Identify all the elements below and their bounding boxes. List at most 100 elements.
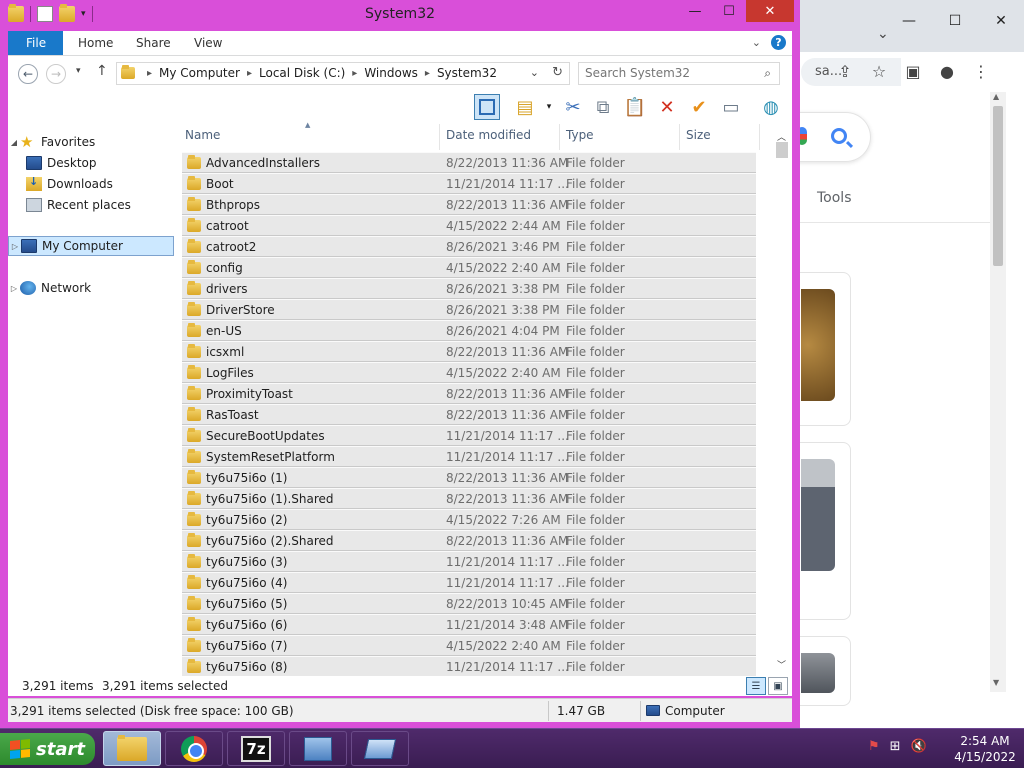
organize-chevron-icon[interactable]: ▾ xyxy=(536,94,562,120)
table-row[interactable]: SecureBootUpdates 11/21/2014 11:17 ... Fil… xyxy=(182,425,756,446)
table-row[interactable]: ty6u75i6o (2).Shared 8/22/2013 11:36 AM Fi… xyxy=(182,530,756,551)
details-view-icon[interactable]: ☰ xyxy=(746,677,766,695)
breadcrumb-separator-icon[interactable]: ▸ xyxy=(147,68,152,79)
table-row[interactable]: catroot 4/15/2022 2:44 AM File folder xyxy=(182,215,756,236)
nav-desktop[interactable]: Desktop xyxy=(8,153,174,173)
result-thumbnail[interactable] xyxy=(801,459,835,571)
table-row[interactable]: SystemResetPlatform 11/21/2014 11:17 ... F… xyxy=(182,446,756,467)
chrome-scrollbar[interactable]: ▲ ▼ xyxy=(990,92,1006,692)
start-button[interactable]: start xyxy=(0,733,95,765)
search-input[interactable] xyxy=(585,66,755,80)
scroll-thumb[interactable] xyxy=(776,142,788,158)
profile-avatar-icon[interactable]: ● xyxy=(937,62,957,81)
table-row[interactable]: config 4/15/2022 2:40 AM File folder xyxy=(182,257,756,278)
tab-file[interactable]: File xyxy=(8,31,63,55)
table-row[interactable]: ty6u75i6o (2) 4/15/2022 7:26 AM File folde… xyxy=(182,509,756,530)
nav-network[interactable]: ▷ Network xyxy=(8,278,174,298)
chrome-close-button[interactable]: ✕ xyxy=(978,8,1024,34)
table-row[interactable]: ty6u75i6o (6) 11/21/2014 3:48 AM File fold… xyxy=(182,614,756,635)
table-row[interactable]: ty6u75i6o (1) 8/22/2013 11:36 AM File fold… xyxy=(182,467,756,488)
network-status-icon[interactable]: ⊞ xyxy=(890,739,901,754)
large-icons-view-icon[interactable]: ▣ xyxy=(768,677,788,695)
search-box[interactable]: ⌕ xyxy=(578,62,780,85)
bookmark-star-icon[interactable]: ☆ xyxy=(869,62,889,81)
expand-ribbon-chevron-icon[interactable]: ⌄ xyxy=(752,36,761,49)
column-header-size[interactable]: Size xyxy=(686,128,711,142)
nav-downloads[interactable]: Downloads xyxy=(8,174,174,194)
table-row[interactable]: ty6u75i6o (5) 8/22/2013 10:45 AM File fold… xyxy=(182,593,756,614)
delete-icon[interactable]: ✕ xyxy=(654,94,680,120)
preview-pane-button[interactable] xyxy=(474,94,500,120)
menu-kebab-icon[interactable]: ⋮ xyxy=(971,62,991,81)
file-list-scrollbar[interactable]: ︿ ﹀ xyxy=(774,133,790,676)
table-row[interactable]: Bthprops 8/22/2013 11:36 AM File folder xyxy=(182,194,756,215)
result-card[interactable] xyxy=(791,272,851,426)
clock[interactable]: 2:54 AM 4/15/2022 xyxy=(950,733,1020,765)
breadcrumb-system32[interactable]: System32 xyxy=(437,66,497,80)
address-bar[interactable]: ▸ My Computer ▸ Local Disk (C:) ▸ Window… xyxy=(116,62,570,85)
sidepanel-icon[interactable]: ▣ xyxy=(903,62,923,81)
chrome-minimize-button[interactable]: — xyxy=(886,8,932,34)
scroll-up-arrow-icon[interactable]: ▲ xyxy=(993,92,999,101)
table-row[interactable]: icsxml 8/22/2013 11:36 AM File folder xyxy=(182,341,756,362)
taskbar-control-panel-button[interactable] xyxy=(289,731,347,766)
breadcrumb-separator-icon[interactable]: ▸ xyxy=(425,68,430,79)
taskbar-window-button[interactable] xyxy=(351,731,409,766)
share-icon[interactable]: ⇪ xyxy=(835,62,855,81)
result-card[interactable] xyxy=(791,442,851,620)
chrome-maximize-button[interactable]: ☐ xyxy=(932,8,978,34)
back-button[interactable]: ← xyxy=(18,64,38,84)
result-thumbnail[interactable] xyxy=(801,653,835,693)
paste-icon[interactable]: 📋 xyxy=(622,94,648,120)
taskbar-explorer-button[interactable] xyxy=(103,731,161,766)
table-row[interactable]: ty6u75i6o (8) 11/21/2014 11:17 ... File fo… xyxy=(182,656,756,677)
tab-share[interactable]: Share xyxy=(122,31,185,55)
expand-arrow-icon[interactable]: ▷ xyxy=(8,284,20,293)
table-row[interactable]: catroot2 8/26/2021 3:46 PM File folder xyxy=(182,236,756,257)
table-row[interactable]: ty6u75i6o (1).Shared 8/22/2013 11:36 AM Fi… xyxy=(182,488,756,509)
refresh-icon[interactable]: ↻ xyxy=(552,65,563,80)
nav-recent-places[interactable]: Recent places xyxy=(8,195,174,215)
table-row[interactable]: DriverStore 8/26/2021 3:38 PM File folder xyxy=(182,299,756,320)
nav-my-computer[interactable]: ▷ My Computer xyxy=(8,236,174,256)
up-arrow-icon[interactable]: ↑ xyxy=(96,63,108,79)
organize-folder-icon[interactable]: ▤ xyxy=(512,94,538,120)
nav-favorites[interactable]: ◢ ★ Favorites xyxy=(8,132,174,152)
search-icon[interactable] xyxy=(831,128,847,144)
title-bar[interactable]: ▾ System32 — ☐ ✕ xyxy=(0,0,800,30)
address-history-chevron-icon[interactable]: ⌄ xyxy=(530,66,539,79)
search-tools-link[interactable]: Tools xyxy=(817,190,852,206)
table-row[interactable]: ty6u75i6o (4) 11/21/2014 11:17 ... File fo… xyxy=(182,572,756,593)
cut-icon[interactable]: ✂ xyxy=(560,94,586,120)
volume-muted-icon[interactable]: 🔇 xyxy=(911,739,927,754)
copy-icon[interactable]: ⧉ xyxy=(590,94,616,120)
maximize-button[interactable]: ☐ xyxy=(712,0,746,22)
table-row[interactable]: ty6u75i6o (7) 4/15/2022 2:40 AM File folde… xyxy=(182,635,756,656)
chrome-window[interactable]: ⌄ — ☐ ✕ sa... ⇪ ☆ ▣ ● ⋮ Tools ▲ ▼ xyxy=(790,0,1024,728)
column-header-date-modified[interactable]: Date modified xyxy=(446,128,531,142)
collapse-arrow-icon[interactable]: ◢ xyxy=(8,138,20,147)
column-header-type[interactable]: Type xyxy=(566,128,594,142)
taskbar-chrome-button[interactable] xyxy=(165,731,223,766)
breadcrumb-windows[interactable]: Windows xyxy=(364,66,418,80)
forward-button[interactable]: → xyxy=(46,64,66,84)
table-row[interactable]: RasToast 8/22/2013 11:36 AM File folder xyxy=(182,404,756,425)
shell-globe-icon[interactable]: ◍ xyxy=(758,94,784,120)
breadcrumb-separator-icon[interactable]: ▸ xyxy=(352,68,357,79)
tab-view[interactable]: View xyxy=(180,31,236,55)
close-button[interactable]: ✕ xyxy=(746,0,794,22)
table-row[interactable]: AdvancedInstallers 8/22/2013 11:36 AM File… xyxy=(182,152,756,173)
google-search-box[interactable] xyxy=(791,112,871,162)
column-header-name[interactable]: Name xyxy=(185,128,220,142)
rename-icon[interactable]: ▭ xyxy=(718,94,744,120)
result-card[interactable] xyxy=(791,636,851,706)
table-row[interactable]: ProximityToast 8/22/2013 11:36 AM File fol… xyxy=(182,383,756,404)
select-check-icon[interactable]: ✔ xyxy=(686,94,712,120)
table-row[interactable]: drivers 8/26/2021 3:38 PM File folder xyxy=(182,278,756,299)
table-row[interactable]: ty6u75i6o (3) 11/21/2014 11:17 ... File fo… xyxy=(182,551,756,572)
search-icon[interactable]: ⌕ xyxy=(764,66,771,81)
action-center-flag-icon[interactable]: ⚑ xyxy=(868,739,880,754)
minimize-button[interactable]: — xyxy=(678,0,712,22)
table-row[interactable]: LogFiles 4/15/2022 2:40 AM File folder xyxy=(182,362,756,383)
scroll-down-arrow-icon[interactable]: ﹀ xyxy=(777,658,786,671)
